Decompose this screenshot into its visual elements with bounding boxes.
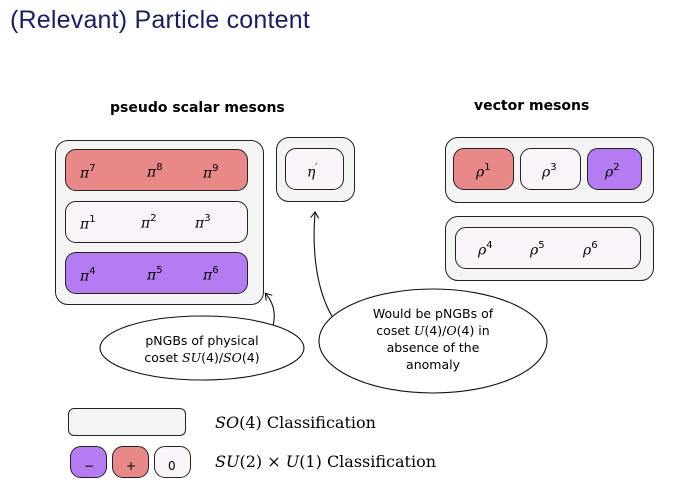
legend-minus-sign: − (84, 459, 95, 473)
legend-so4-swatch (68, 408, 186, 436)
legend-zero-sign: 0 (168, 459, 176, 473)
legend-plus-sign: + (126, 459, 137, 473)
legend-su2-label: SU(2) × U(1) Classification (215, 452, 437, 471)
note-physical: pNGBs of physical coset SU(4)/SO(4) (144, 333, 260, 365)
legend-so4-label: SO(4) Classification (215, 413, 376, 432)
note-anomaly: Would be pNGBs of coset U(4)/O(4) in abs… (372, 306, 494, 372)
arrow-anomaly-coset (310, 211, 334, 319)
